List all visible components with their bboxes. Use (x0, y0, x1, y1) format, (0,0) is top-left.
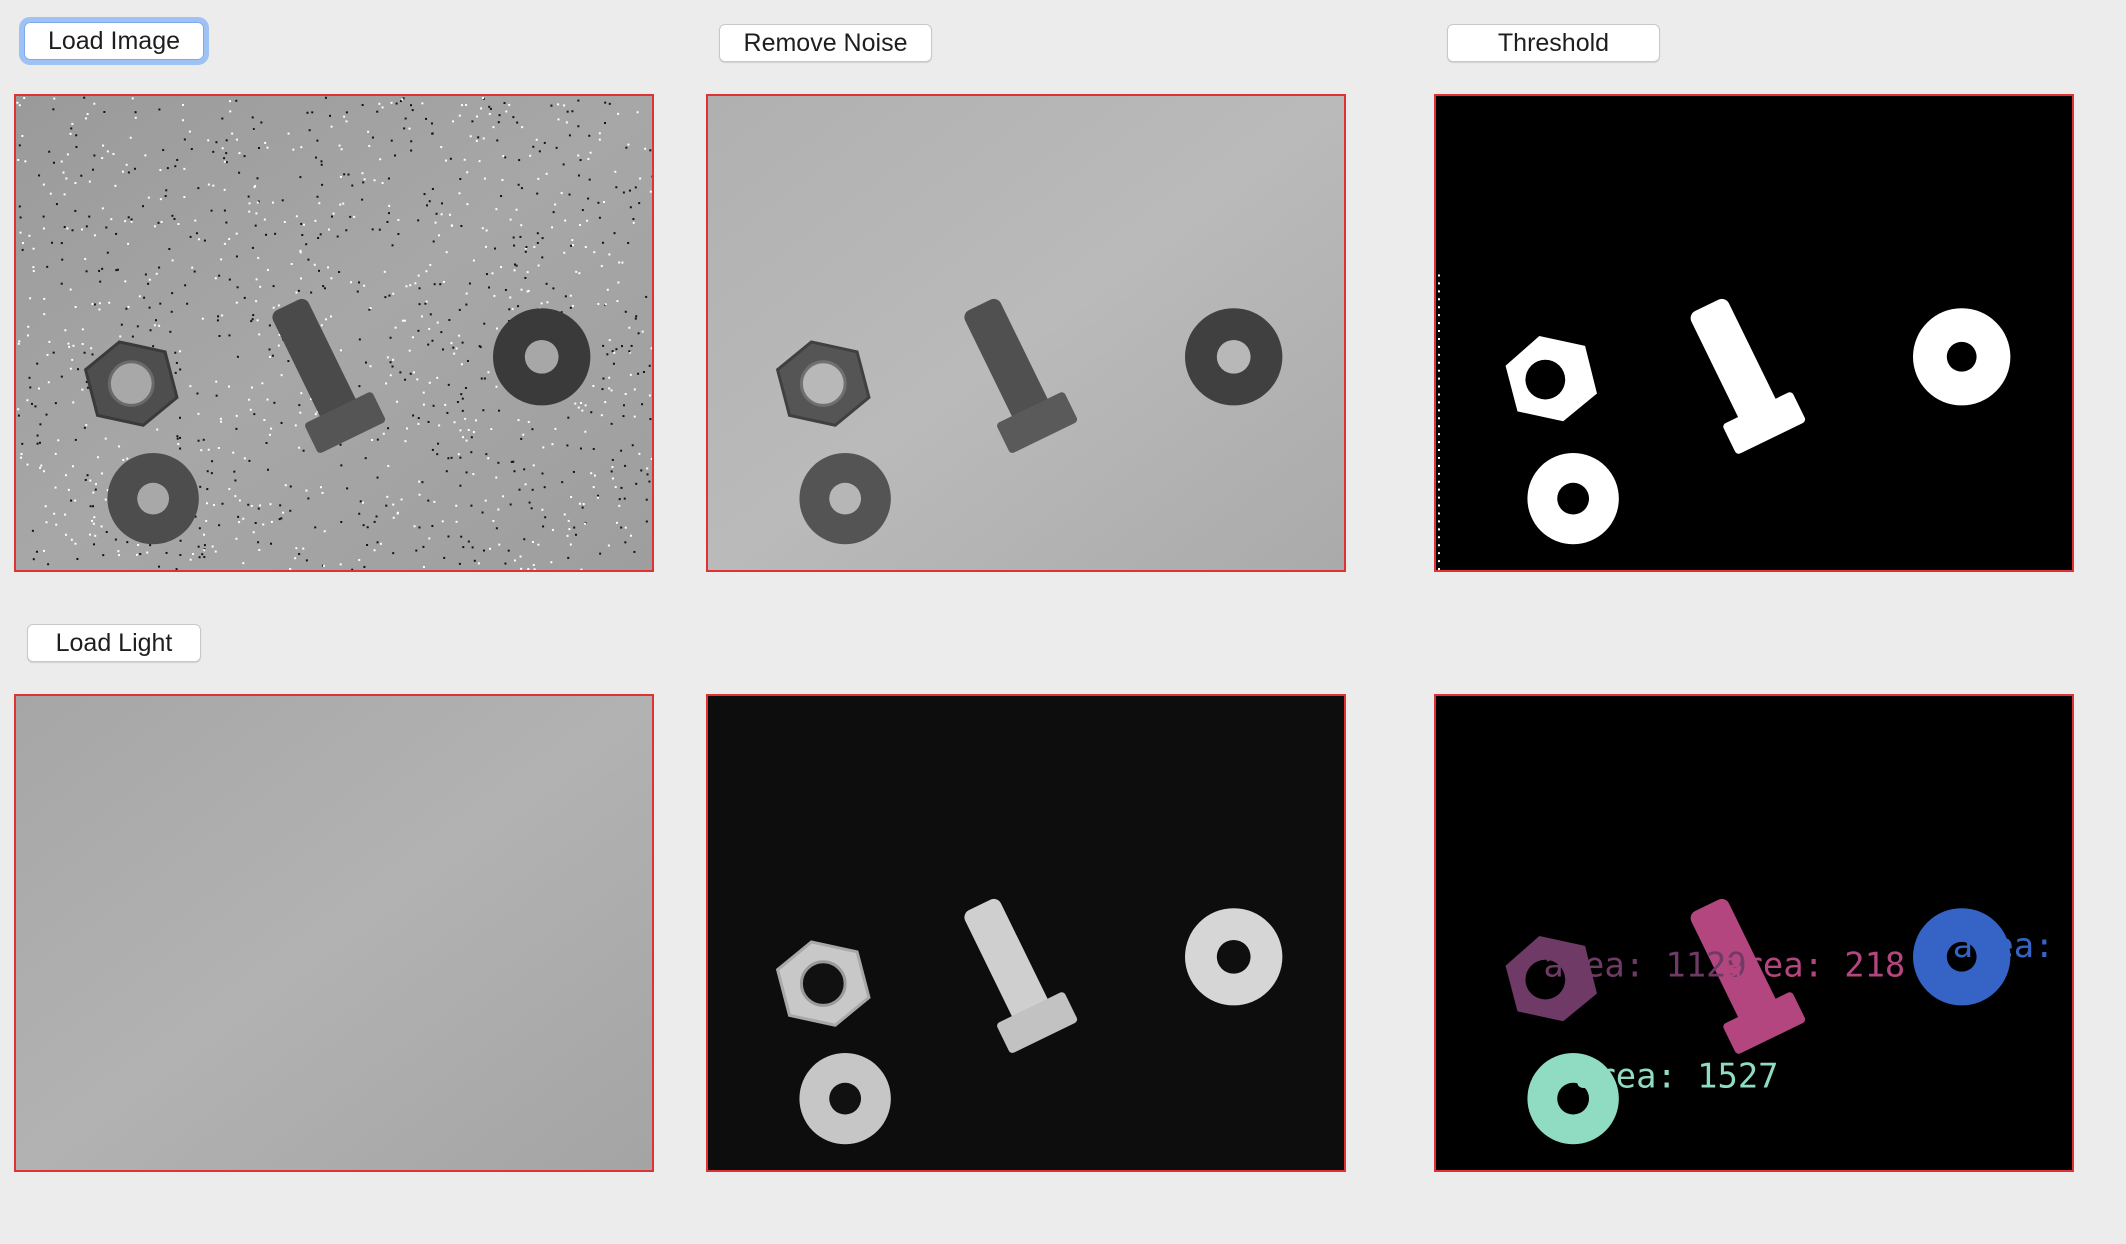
light-removed-panel (706, 694, 1346, 1172)
components-image: area: 1129 area: 218 area: 1 area: 1527 (1436, 696, 2072, 1170)
threshold-image (1436, 96, 2072, 570)
threshold-image-panel (1434, 94, 2074, 572)
denoised-image-panel (706, 94, 1346, 572)
light-pattern-panel (14, 694, 654, 1172)
load-light-button[interactable]: Load Light (27, 624, 201, 662)
threshold-button[interactable]: Threshold (1447, 24, 1660, 62)
bolt-area-label: area: 218 (1722, 946, 1905, 985)
remove-noise-button[interactable]: Remove Noise (719, 24, 932, 62)
washer-bottom-area-label: area: 1527 (1575, 1057, 1778, 1096)
original-image-panel (14, 94, 654, 572)
components-panel: area: 1129 area: 218 area: 1 area: 1527 (1434, 694, 2074, 1172)
denoised-image (708, 96, 1344, 570)
washer-right-area-label: area: 1 (1953, 926, 2072, 965)
light-pattern-image (16, 696, 652, 1170)
original-image (16, 96, 652, 570)
nut-area-label: area: 1129 (1543, 946, 1746, 985)
load-image-button[interactable]: Load Image (19, 17, 209, 65)
light-removed-image (708, 696, 1344, 1170)
